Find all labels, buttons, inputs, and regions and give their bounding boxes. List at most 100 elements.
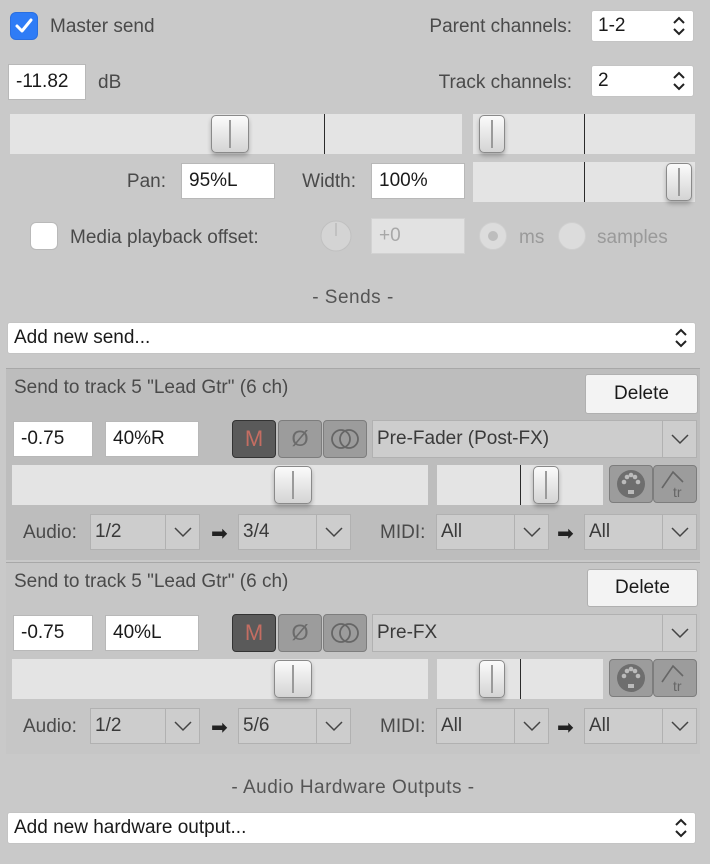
send-volume-field[interactable]: -0.75 xyxy=(13,421,93,457)
offset-field[interactable]: +0 xyxy=(371,218,465,254)
mute-label: M xyxy=(244,620,264,645)
send-mono-button[interactable] xyxy=(323,420,367,458)
send-mode-select[interactable]: Pre-Fader (Post-FX) xyxy=(372,420,697,458)
pan-label: Pan: xyxy=(126,171,166,192)
send-pan-slider[interactable] xyxy=(437,465,603,505)
audio-src-value: 1/2 xyxy=(95,715,122,736)
envelope-label: tr xyxy=(673,678,682,694)
send-mode-value: Pre-Fader (Post-FX) xyxy=(377,428,550,449)
add-hardware-output-select[interactable]: Add new hardware output... xyxy=(7,812,696,844)
send-audio-dst-select[interactable]: 5/6 xyxy=(238,708,351,744)
delete-send-button[interactable]: Delete xyxy=(587,569,698,607)
unit-samples-label: samples xyxy=(597,227,668,248)
send-pan-knob[interactable] xyxy=(533,466,559,504)
send-pan-field[interactable]: 40%L xyxy=(105,615,199,651)
send-envelope-button[interactable]: tr xyxy=(653,659,697,697)
send-volume-knob[interactable] xyxy=(274,466,312,504)
send-audio-src-select[interactable]: 1/2 xyxy=(90,514,200,550)
offset-knob-icon[interactable] xyxy=(319,219,353,253)
send-title: Send to track 5 "Lead Gtr" (6 ch) xyxy=(14,571,289,592)
send-pan-field[interactable]: 40%R xyxy=(105,421,199,457)
midi-label: MIDI: xyxy=(380,522,426,543)
stereo-rings-icon xyxy=(331,429,359,449)
master-send-checkbox[interactable] xyxy=(10,12,38,40)
updown-chevron-icon xyxy=(675,818,687,838)
volume-slider[interactable] xyxy=(10,114,462,154)
updown-chevron-icon xyxy=(673,71,685,91)
send-midi-src-select[interactable]: All xyxy=(436,708,549,744)
chevron-down-icon xyxy=(670,527,689,538)
send-title: Send to track 5 "Lead Gtr" (6 ch) xyxy=(14,377,289,398)
send-volume-knob[interactable] xyxy=(274,660,312,698)
send-volume-slider[interactable] xyxy=(12,465,428,505)
send-phase-button[interactable]: Ø xyxy=(278,420,322,458)
pan-slider[interactable] xyxy=(473,114,695,154)
volume-unit-label: dB xyxy=(98,72,122,93)
send-midi-dst-select[interactable]: All xyxy=(584,514,697,550)
send-audio-src-select[interactable]: 1/2 xyxy=(90,708,200,744)
send-mono-button[interactable] xyxy=(323,614,367,652)
send-pan-center-mark xyxy=(520,659,521,699)
midi-dst-value: All xyxy=(589,521,611,542)
midi-src-value: All xyxy=(441,521,463,542)
chevron-down-icon xyxy=(670,434,689,445)
add-send-label: Add new send... xyxy=(14,327,151,348)
unit-ms-radio[interactable] xyxy=(479,222,507,250)
width-label: Width: xyxy=(302,171,356,192)
send-volume-field[interactable]: -0.75 xyxy=(13,615,93,651)
stereo-rings-icon xyxy=(331,623,359,643)
width-field[interactable]: 100% xyxy=(371,163,465,199)
audio-src-value: 1/2 xyxy=(95,521,122,542)
midi-dst-value: All xyxy=(589,715,611,736)
volume-slider-knob[interactable] xyxy=(211,115,249,153)
send-midi-dst-select[interactable]: All xyxy=(584,708,697,744)
track-channels-label: Track channels: xyxy=(438,72,572,93)
chevron-down-icon xyxy=(173,527,192,538)
send-volume-slider[interactable] xyxy=(12,659,428,699)
width-slider-center-mark xyxy=(584,162,585,202)
send-pan-center-mark xyxy=(520,465,521,505)
width-slider-knob[interactable] xyxy=(666,163,692,201)
phase-invert-icon: Ø xyxy=(291,620,309,645)
arrow-right-icon: ➡ xyxy=(211,717,228,739)
send-midi-src-select[interactable]: All xyxy=(436,514,549,550)
parent-channels-select[interactable]: 1-2 xyxy=(591,10,694,42)
send-audio-dst-select[interactable]: 3/4 xyxy=(238,514,351,550)
audio-dst-value: 5/6 xyxy=(243,715,270,736)
add-send-select[interactable]: Add new send... xyxy=(7,322,696,354)
track-volume-field[interactable]: -11.82 xyxy=(8,64,86,100)
arrow-right-icon: ➡ xyxy=(557,717,574,739)
width-slider[interactable] xyxy=(473,162,695,202)
pan-field[interactable]: 95%L xyxy=(181,163,275,199)
send-mode-value: Pre-FX xyxy=(377,622,438,643)
send-mute-button[interactable]: M xyxy=(232,420,276,458)
add-hardware-output-label: Add new hardware output... xyxy=(14,817,247,838)
unit-samples-radio[interactable] xyxy=(558,222,586,250)
midi-port-icon xyxy=(617,664,645,692)
mute-label: M xyxy=(244,426,264,451)
hardware-section-title: - Audio Hardware Outputs - xyxy=(231,777,475,798)
pan-slider-center-mark xyxy=(584,114,585,154)
delete-send-button[interactable]: Delete xyxy=(585,374,698,414)
midi-port-icon xyxy=(617,470,645,498)
send-phase-button[interactable]: Ø xyxy=(278,614,322,652)
media-offset-checkbox[interactable] xyxy=(30,222,58,250)
send-mute-button[interactable]: M xyxy=(232,614,276,652)
send-midi-button[interactable] xyxy=(609,465,653,503)
envelope-icon: tr xyxy=(661,664,684,694)
audio-label: Audio: xyxy=(23,716,77,737)
track-channels-select[interactable]: 2 xyxy=(591,65,694,97)
chevron-down-icon xyxy=(670,628,689,639)
track-channels-value: 2 xyxy=(598,70,609,91)
parent-channels-value: 1-2 xyxy=(598,15,626,36)
send-pan-knob[interactable] xyxy=(479,660,505,698)
pan-slider-knob[interactable] xyxy=(479,115,505,153)
chevron-down-icon xyxy=(522,527,541,538)
send-mode-select[interactable]: Pre-FX xyxy=(372,614,697,652)
chevron-down-icon xyxy=(173,721,192,732)
send-pan-slider[interactable] xyxy=(437,659,603,699)
send-midi-button[interactable] xyxy=(609,659,653,697)
send-envelope-button[interactable]: tr xyxy=(653,465,697,503)
chevron-down-icon xyxy=(324,527,343,538)
midi-src-value: All xyxy=(441,715,463,736)
